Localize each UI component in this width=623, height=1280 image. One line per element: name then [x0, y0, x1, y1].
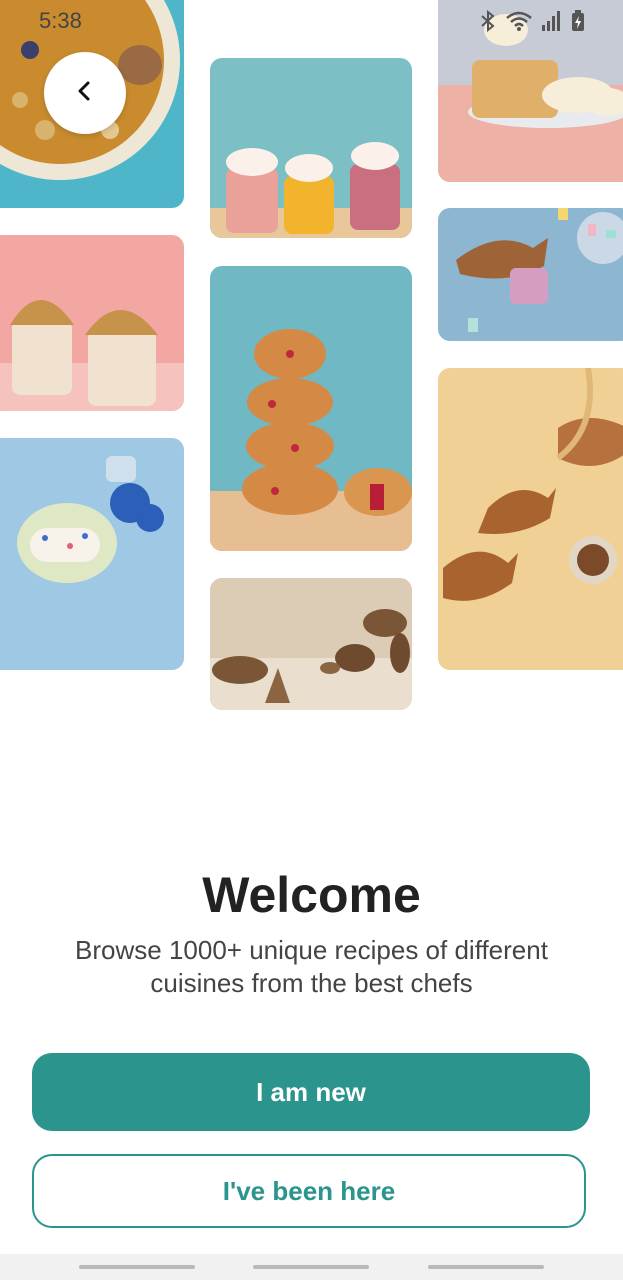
welcome-subtitle: Browse 1000+ unique recipes of different… — [75, 935, 548, 998]
bluetooth-icon — [479, 9, 497, 37]
whipped-coffee-image — [0, 235, 184, 411]
sprinkle-roll-image — [0, 438, 184, 670]
back-button[interactable] — [44, 52, 126, 134]
status-bar: 5:38 — [0, 0, 623, 44]
system-nav-bar — [0, 1254, 623, 1280]
wifi-icon — [505, 10, 533, 37]
ive-been-here-button[interactable]: I've been here — [32, 1154, 586, 1228]
taiyaki-chocolate-image — [438, 368, 623, 670]
bread-loaves-image — [210, 578, 412, 710]
smoothie-cups-image — [210, 58, 412, 238]
status-time: 5:38 — [39, 8, 82, 33]
nav-back-handle[interactable] — [428, 1265, 544, 1269]
donut-stack-image — [210, 266, 412, 551]
chevron-left-icon — [73, 79, 97, 108]
battery-charging-icon — [571, 10, 585, 37]
nav-recents-handle[interactable] — [79, 1265, 195, 1269]
taiyaki-candy-image — [438, 208, 623, 341]
status-icons — [479, 9, 585, 37]
nav-home-handle[interactable] — [253, 1265, 369, 1269]
welcome-title: Welcome — [202, 867, 421, 923]
signal-icon — [541, 10, 563, 37]
i-am-new-button[interactable]: I am new — [32, 1053, 590, 1131]
